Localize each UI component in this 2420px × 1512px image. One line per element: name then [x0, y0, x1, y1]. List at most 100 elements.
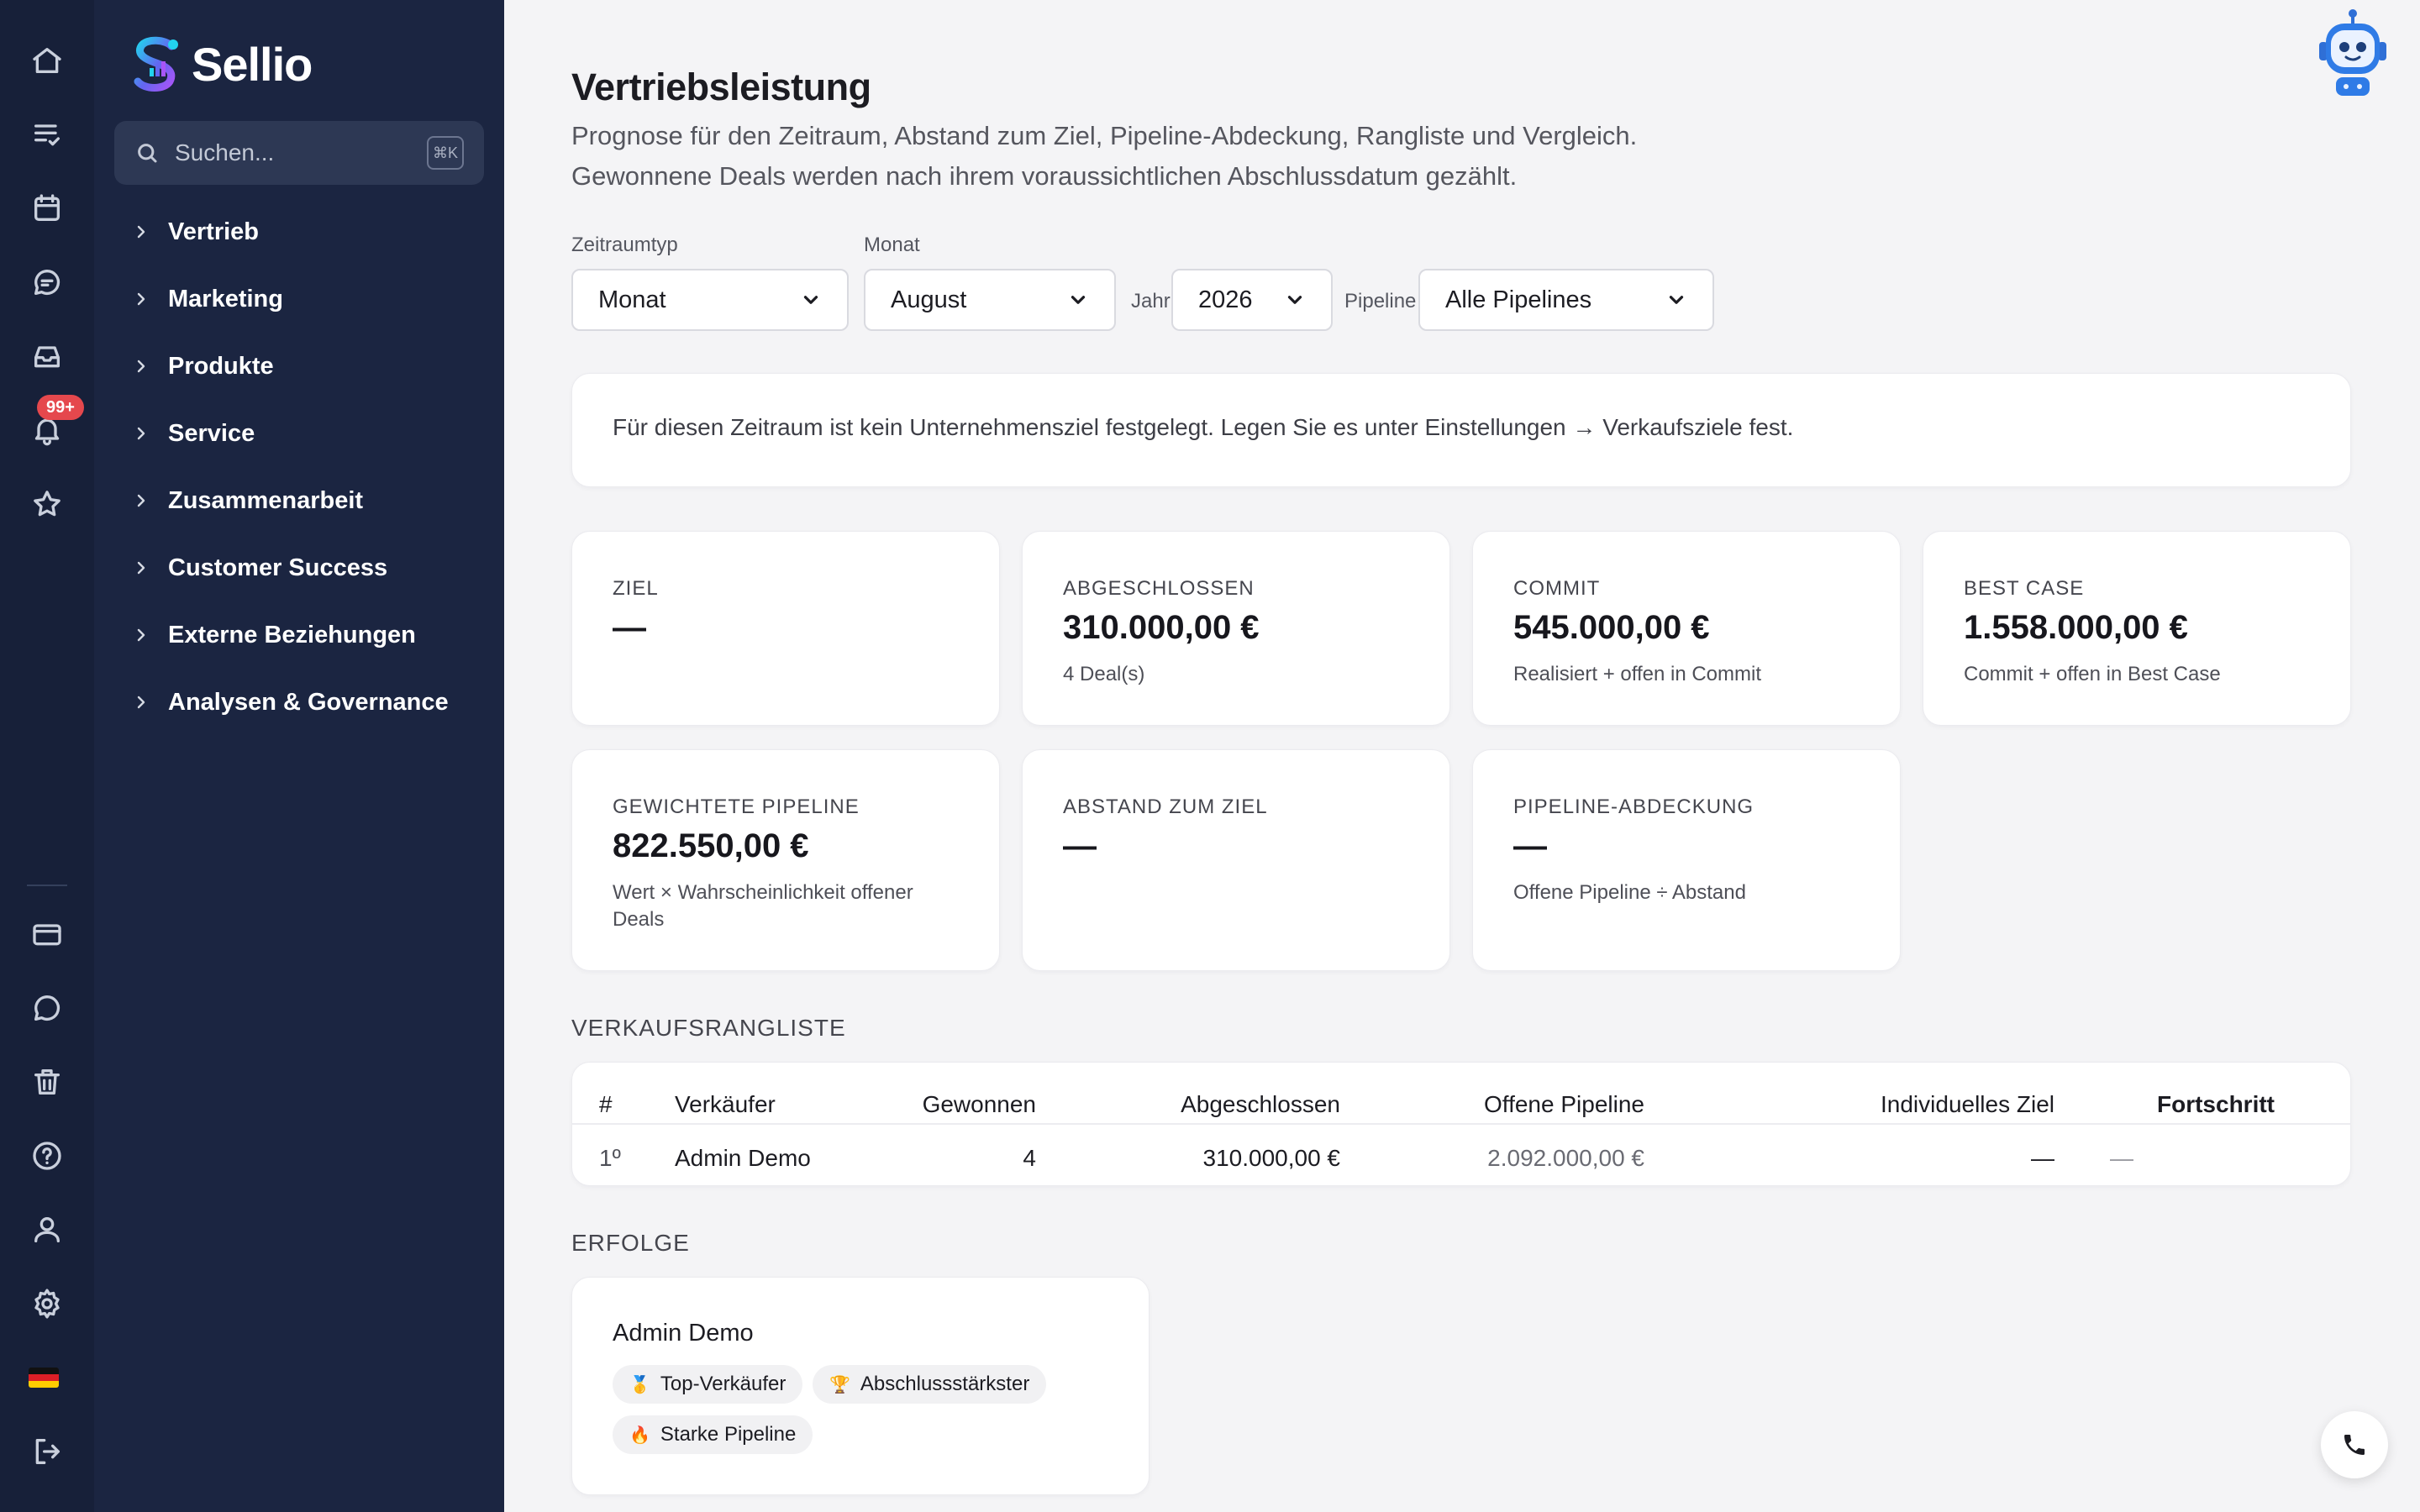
brand-logo[interactable]: Sellio: [129, 30, 313, 97]
search-icon: [138, 144, 157, 163]
kpi-value: 545.000,00 €: [1513, 609, 1710, 646]
sidebar-item-label: Externe Beziehungen: [168, 621, 416, 648]
sidebar-item-marketing[interactable]: Marketing: [131, 265, 449, 333]
kpi-label: ABSTAND ZUM ZIEL: [1063, 795, 1268, 818]
search-input[interactable]: Suchen... ⌘K: [114, 121, 484, 185]
star-icon[interactable]: [22, 479, 72, 529]
call-button[interactable]: [2321, 1411, 2388, 1478]
sellio-logo-icon: [134, 36, 178, 92]
sidebar-item-label: Customer Success: [168, 554, 388, 581]
icon-rail: 99+: [0, 0, 94, 1512]
logout-icon[interactable]: [22, 1426, 72, 1477]
settings-icon[interactable]: [22, 1278, 72, 1329]
chevron-right-icon: [131, 625, 151, 645]
sidebar-item-produkte[interactable]: Produkte: [131, 333, 449, 400]
cell-progress: —: [2110, 1145, 2133, 1171]
badge-top-seller: 🥇 Top-Verkäufer: [613, 1365, 803, 1404]
column-header-won[interactable]: Gewonnen: [923, 1091, 1036, 1118]
sidebar-item-externe-beziehungen[interactable]: Externe Beziehungen: [131, 601, 449, 669]
kpi-value: 310.000,00 €: [1063, 609, 1260, 646]
chevron-right-icon: [131, 423, 151, 444]
sidebar-item-label: Service: [168, 419, 255, 447]
sidebar-item-customer-success[interactable]: Customer Success: [131, 534, 449, 601]
trash-icon[interactable]: [22, 1057, 72, 1107]
column-header-rank: #: [599, 1091, 613, 1117]
kpi-card-commit: COMMIT 545.000,00 € Realisiert + offen i…: [1472, 531, 1901, 726]
billing-icon[interactable]: [22, 909, 72, 959]
assistant-robot-icon[interactable]: [2316, 8, 2390, 101]
badge-label: Starke Pipeline: [660, 1423, 797, 1446]
year-select[interactable]: 2026: [1171, 269, 1333, 331]
home-icon[interactable]: [22, 35, 72, 86]
kpi-card-best-case: BEST CASE 1.558.000,00 € Commit + offen …: [1923, 531, 2351, 726]
column-header-target[interactable]: Individuelles Ziel: [1881, 1091, 2054, 1118]
calendar-icon[interactable]: [22, 183, 72, 234]
rail-divider: [27, 885, 67, 886]
month-select[interactable]: August: [864, 269, 1116, 331]
kpi-label: BEST CASE: [1964, 577, 2085, 600]
kpi-value: —: [1063, 827, 1097, 864]
chevron-right-icon: [131, 289, 151, 309]
trophy-icon: 🏆: [829, 1375, 850, 1394]
chevron-right-icon: [131, 558, 151, 578]
period-type-value: Monat: [598, 286, 666, 313]
message-icon[interactable]: [22, 983, 72, 1033]
chevron-down-icon: [1669, 296, 1684, 304]
kpi-card-closed: ABGESCHLOSSEN 310.000,00 € 4 Deal(s): [1022, 531, 1450, 726]
kpi-card-weighted-pipeline: GEWICHTETE PIPELINE 822.550,00 € Wert × …: [571, 749, 1000, 971]
pipeline-value: Alle Pipelines: [1445, 286, 1592, 313]
kpi-label: GEWICHTETE PIPELINE: [613, 795, 860, 818]
sidebar-item-vertrieb[interactable]: Vertrieb: [131, 198, 449, 265]
tasks-icon[interactable]: [22, 109, 72, 160]
inbox-icon[interactable]: [22, 331, 72, 381]
language-flag-icon[interactable]: [29, 1368, 59, 1388]
kpi-subtext: Commit + offen in Best Case: [1964, 663, 2221, 685]
chevron-right-icon: [131, 356, 151, 376]
cell-closed: 310.000,00 €: [1202, 1145, 1341, 1171]
badge-strong-pipeline: 🔥 Starke Pipeline: [613, 1415, 813, 1454]
sidebar: Sellio Suchen... ⌘K Vertrieb Marketing P…: [94, 0, 504, 1512]
month-value: August: [891, 286, 967, 313]
kpi-subtext: Realisiert + offen in Commit: [1513, 663, 1762, 685]
achievements-title: ERFOLGE: [571, 1230, 690, 1256]
kpi-label: ZIEL: [613, 577, 659, 600]
cell-rank: 1º: [599, 1145, 621, 1171]
column-header-open-pipeline[interactable]: Offene Pipeline: [1484, 1091, 1644, 1118]
leaderboard-title: VERKAUFSRANGLISTE: [571, 1015, 846, 1041]
brand-name: Sellio: [192, 37, 313, 91]
column-header-closed[interactable]: Abgeschlossen: [1181, 1091, 1340, 1118]
sidebar-item-zusammenarbeit[interactable]: Zusammenarbeit: [131, 467, 449, 534]
kpi-subtext: Wert × Wahrscheinlichkeit offener Deals: [613, 881, 913, 931]
column-header-progress[interactable]: Fortschritt: [2157, 1091, 2275, 1118]
month-label: Monat: [864, 234, 920, 256]
period-type-select[interactable]: Monat: [571, 269, 849, 331]
year-label: Jahr: [1131, 290, 1171, 312]
kpi-label: ABGESCHLOSSEN: [1063, 577, 1255, 600]
achievement-card: Admin Demo 🥇 Top-Verkäufer 🏆 Abschlussst…: [571, 1277, 1150, 1495]
page-subtitle-line: Gewonnene Deals werden nach ihrem voraus…: [571, 161, 1518, 191]
goal-notice-text: Für diesen Zeitraum ist kein Unternehmen…: [613, 414, 1794, 440]
sidebar-item-analysen-governance[interactable]: Analysen & Governance: [131, 669, 449, 736]
chevron-down-icon: [803, 296, 818, 304]
sidebar-nav: Vertrieb Marketing Produkte Service Zusa…: [131, 198, 449, 736]
chevron-right-icon: [131, 692, 151, 712]
page-subtitle-line: Prognose für den Zeitraum, Abstand zum Z…: [571, 121, 1638, 150]
sidebar-item-label: Vertrieb: [168, 218, 259, 245]
page-title: Vertriebsleistung: [571, 66, 871, 108]
column-header-seller[interactable]: Verkäufer: [675, 1091, 776, 1118]
chevron-right-icon: [131, 491, 151, 511]
pipeline-select[interactable]: Alle Pipelines: [1418, 269, 1714, 331]
kpi-card-coverage: PIPELINE-ABDECKUNG — Offene Pipeline ÷ A…: [1472, 749, 1901, 971]
kpi-subtext: 4 Deal(s): [1063, 663, 1145, 685]
kpi-label: COMMIT: [1513, 577, 1601, 600]
sidebar-item-service[interactable]: Service: [131, 400, 449, 467]
phone-icon: [2344, 1435, 2365, 1455]
help-icon[interactable]: [22, 1131, 72, 1181]
leaderboard-table: # Verkäufer Gewonnen Abgeschlossen Offen…: [571, 1062, 2351, 1186]
kpi-value: —: [613, 609, 646, 646]
cell-won: 4: [1023, 1145, 1036, 1171]
pipeline-label: Pipeline: [1344, 290, 1417, 312]
kpi-value: 822.550,00 €: [613, 827, 809, 864]
user-icon[interactable]: [22, 1205, 72, 1255]
chat-icon[interactable]: [22, 257, 72, 307]
